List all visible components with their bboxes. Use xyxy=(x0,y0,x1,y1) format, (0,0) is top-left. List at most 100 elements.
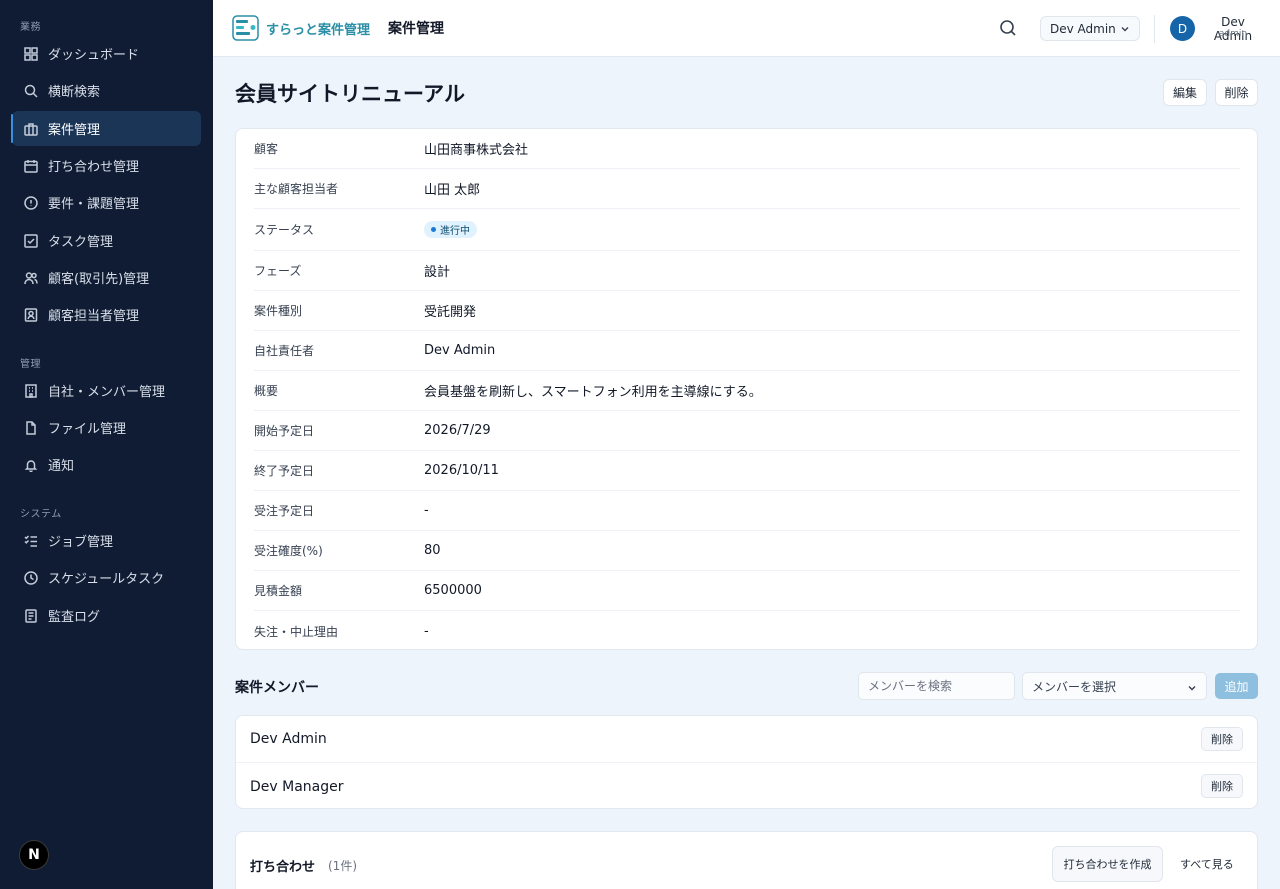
sidebar-item-label: 要件・課題管理 xyxy=(48,197,140,212)
detail-row-start-date: 開始予定日 2026/7/29 xyxy=(254,411,1240,451)
sidebar-item-label: 監査ログ xyxy=(48,610,101,625)
devtools-badge[interactable]: N xyxy=(19,840,49,870)
detail-row-end-date: 終了予定日 2026/10/11 xyxy=(254,451,1240,491)
members-section-title: 案件メンバー xyxy=(235,680,319,696)
search-icon[interactable] xyxy=(998,18,1018,38)
header-divider xyxy=(1154,15,1155,43)
sidebar-item-label: 打ち合わせ管理 xyxy=(48,160,140,175)
sidebar-item-jobs[interactable]: ジョブ管理 xyxy=(12,523,201,558)
add-member-button[interactable]: 追加 xyxy=(1215,673,1258,699)
detail-value: Dev Admin xyxy=(424,343,496,358)
remove-member-button[interactable]: 削除 xyxy=(1201,727,1243,751)
alert-circle-icon xyxy=(24,195,38,210)
detail-value: - xyxy=(424,503,429,518)
logo-icon xyxy=(232,15,259,41)
member-search-input[interactable] xyxy=(858,672,1015,700)
sidebar-item-notifications[interactable]: 通知 xyxy=(12,447,201,482)
bell-icon xyxy=(24,458,38,472)
detail-value: 受託開発 xyxy=(424,305,477,320)
detail-value: - xyxy=(424,623,429,639)
page-title: 会員サイトリニューアル xyxy=(235,82,465,106)
detail-value: 会員基盤を刷新し、スマートフォン利用を主導線にする。 xyxy=(424,385,762,400)
status-badge: 進行中 xyxy=(424,221,477,238)
detail-value: 設計 xyxy=(424,265,451,280)
sidebar-item-requirements[interactable]: 要件・課題管理 xyxy=(12,185,201,220)
sidebar-item-label: 顧客担当者管理 xyxy=(48,309,140,324)
detail-label: フェーズ xyxy=(254,264,302,278)
file-icon xyxy=(24,420,38,435)
contact-icon xyxy=(24,307,38,322)
sidebar-item-tasks[interactable]: タスク管理 xyxy=(12,223,201,258)
sidebar-item-label: タスク管理 xyxy=(48,235,114,250)
detail-label: 主な顧客担当者 xyxy=(254,182,339,196)
sidebar-item-files[interactable]: ファイル管理 xyxy=(12,410,201,445)
sidebar-item-label: 顧客(取引先)管理 xyxy=(48,272,150,287)
sidebar-item-cross-search[interactable]: 横断検索 xyxy=(12,73,201,108)
list-check-icon xyxy=(24,534,38,548)
users-icon xyxy=(24,271,38,285)
detail-label: 概要 xyxy=(254,384,279,398)
member-name: Dev Manager xyxy=(250,778,344,795)
detail-label: 失注・中止理由 xyxy=(254,624,339,639)
sidebar-item-dashboard[interactable]: ダッシュボード xyxy=(12,36,201,71)
sidebar-item-customers[interactable]: 顧客(取引先)管理 xyxy=(12,260,201,295)
top-header: すらっと案件管理 案件管理 Dev Admin D Dev Admin admi… xyxy=(213,0,1280,57)
detail-value: 6500000 xyxy=(424,583,482,598)
delete-button[interactable]: 削除 xyxy=(1215,79,1258,106)
detail-label: 自社責任者 xyxy=(254,344,315,358)
detail-row-order-date: 受注予定日 - xyxy=(254,491,1240,531)
chevron-down-icon xyxy=(1120,23,1130,33)
member-name: Dev Admin xyxy=(250,731,327,747)
user-role: admin xyxy=(1218,29,1248,39)
detail-row-lost-reason: 失注・中止理由 - xyxy=(254,611,1240,651)
member-list: Dev Admin 削除 Dev Manager 削除 xyxy=(235,715,1258,809)
detail-label: 終了予定日 xyxy=(254,464,315,478)
sidebar-item-projects[interactable]: 案件管理 xyxy=(11,111,201,146)
avatar[interactable]: D xyxy=(1170,16,1195,41)
section-label-admin: 管理 xyxy=(20,359,41,370)
status-dot xyxy=(431,227,436,232)
detail-row-status: ステータス 進行中 xyxy=(254,209,1240,251)
detail-row-customer: 顧客 山田商事株式会社 xyxy=(254,129,1240,169)
logo-text: すらっと案件管理 xyxy=(266,23,371,38)
detail-label: 案件種別 xyxy=(254,304,303,318)
detail-row-summary: 概要 会員基盤を刷新し、スマートフォン利用を主導線にする。 xyxy=(254,371,1240,411)
detail-value: 80 xyxy=(424,543,441,558)
user-switch-value: Dev Admin xyxy=(1050,21,1116,36)
detail-label: 受注予定日 xyxy=(254,504,315,518)
sidebar-item-scheduled-tasks[interactable]: スケジュールタスク xyxy=(12,560,201,595)
meetings-card: 打ち合わせ (1件) 打ち合わせを作成 すべて見る xyxy=(235,831,1258,889)
member-select[interactable]: メンバーを選択 xyxy=(1022,672,1207,700)
calendar-icon xyxy=(24,159,38,173)
meetings-title: 打ち合わせ xyxy=(250,860,316,875)
detail-label: 見積金額 xyxy=(254,584,303,598)
sidebar-item-company-members[interactable]: 自社・メンバー管理 xyxy=(12,373,201,408)
checkbox-icon xyxy=(24,233,38,248)
remove-member-button[interactable]: 削除 xyxy=(1201,774,1243,798)
see-all-link[interactable]: すべて見る xyxy=(1180,856,1234,872)
detail-label: ステータス xyxy=(254,223,315,237)
detail-value: 山田 太郎 xyxy=(424,183,481,198)
detail-row-estimate: 見積金額 6500000 xyxy=(254,571,1240,611)
log-icon xyxy=(24,608,38,623)
detail-row-phase: フェーズ 設計 xyxy=(254,251,1240,291)
create-meeting-button[interactable]: 打ち合わせを作成 xyxy=(1052,846,1163,882)
sidebar-item-label: スケジュールタスク xyxy=(48,572,165,587)
header-title: 案件管理 xyxy=(388,21,444,37)
user-switch-select[interactable]: Dev Admin xyxy=(1040,16,1140,41)
status-text: 進行中 xyxy=(440,226,470,237)
search-icon xyxy=(24,84,38,98)
edit-button[interactable]: 編集 xyxy=(1163,79,1207,106)
sidebar-item-meetings[interactable]: 打ち合わせ管理 xyxy=(12,148,201,183)
detail-row-owner: 自社責任者 Dev Admin xyxy=(254,331,1240,371)
building-icon xyxy=(24,383,38,398)
sidebar-item-label: ジョブ管理 xyxy=(48,535,114,550)
sidebar-item-contacts[interactable]: 顧客担当者管理 xyxy=(12,297,201,332)
section-label-business: 業務 xyxy=(20,22,41,33)
sidebar-item-audit-log[interactable]: 監査ログ xyxy=(12,598,201,633)
sidebar: 業務 ダッシュボード 横断検索 案件管理 打ち合わせ管理 要件・課題管理 タスク… xyxy=(0,0,213,889)
meetings-count: (1件) xyxy=(328,859,357,873)
sidebar-item-label: ダッシュボード xyxy=(48,48,140,63)
detail-label: 受注確度(%) xyxy=(254,544,323,558)
member-select-value: メンバーを選択 xyxy=(1032,679,1117,694)
